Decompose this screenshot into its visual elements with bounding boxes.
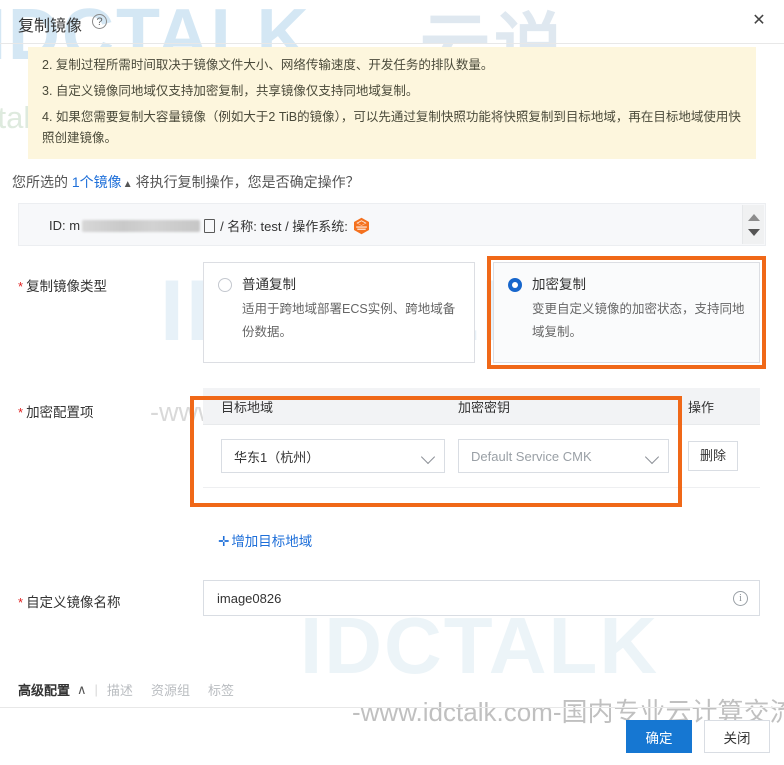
encryption-config-label: * 加密配置项 <box>18 401 94 421</box>
image-name-label-text: 自定义镜像名称 <box>26 595 121 610</box>
cell-action: 删除 <box>688 441 760 471</box>
scroll-up-icon[interactable] <box>748 214 760 221</box>
option-title: 加密复制 <box>532 277 586 292</box>
dialog-header: 复制镜像 ? ✕ <box>0 0 784 44</box>
required-marker: * <box>18 405 24 420</box>
close-button[interactable]: 关闭 <box>704 720 770 753</box>
copy-type-label-text: 复制镜像类型 <box>26 279 108 294</box>
table-row: 华东1（杭州） Default Service CMK 删除 <box>203 425 760 488</box>
cell-region: 华东1（杭州） <box>203 439 458 473</box>
list-scroll-controls[interactable] <box>742 205 764 244</box>
close-icon[interactable]: ✕ <box>748 10 770 32</box>
radio-texts: 加密复制 变更自定义镜像的加密状态，支持同地域复制。 <box>532 276 747 344</box>
info-icon[interactable]: i <box>733 591 748 606</box>
image-id-redacted <box>82 219 201 232</box>
chevron-up-icon[interactable]: ▲ <box>123 179 133 190</box>
image-name-value: image0826 <box>217 590 282 606</box>
divider: | <box>94 682 98 697</box>
advanced-link-description[interactable]: 描述 <box>107 680 133 699</box>
delete-row-button[interactable]: 删除 <box>688 441 739 471</box>
option-title: 普通复制 <box>242 277 296 292</box>
notice-item: 2. 复制过程所需时间取决于镜像文件大小、网络传输速度、开发任务的排队数量。 <box>42 58 494 72</box>
target-region-value: 华东1（杭州） <box>234 449 320 465</box>
notice-item: 4. 如果您需要复制大容量镜像（例如大于2 TiB的镜像），可以先通过复制快照功… <box>42 110 741 145</box>
required-marker: * <box>18 595 24 610</box>
image-name-label: * 自定义镜像名称 <box>18 591 121 611</box>
radio-row[interactable]: 加密复制 变更自定义镜像的加密状态，支持同地域复制。 <box>508 276 747 344</box>
add-target-region-label: 增加目标地域 <box>231 534 313 549</box>
advanced-config-bar: 高级配置 ∧ | 描述 资源组 标签 <box>18 680 252 699</box>
radio-row[interactable]: 普通复制 适用于跨地域部署ECS实例、跨地域备份数据。 <box>218 276 457 344</box>
encryption-config-label-text: 加密配置项 <box>26 405 94 420</box>
cell-key: Default Service CMK <box>458 439 688 473</box>
selected-count-link[interactable]: 1个镜像 <box>72 174 122 190</box>
encryption-config-table: 目标地域 加密密钥 操作 华东1（杭州） Default Service CMK… <box>203 388 760 488</box>
copy-icon[interactable] <box>204 218 216 233</box>
scroll-down-icon[interactable] <box>748 229 760 236</box>
selection-summary: 您所选的 1个镜像▲ 将执行复制操作，您是否确定操作？ <box>12 172 360 192</box>
notice-banner: 2. 复制过程所需时间取决于镜像文件大小、网络传输速度、开发任务的排队数量。 3… <box>28 47 756 159</box>
copy-type-label: * 复制镜像类型 <box>18 275 107 295</box>
copy-type-option-encrypted[interactable]: 加密复制 变更自定义镜像的加密状态，支持同地域复制。 <box>493 262 760 363</box>
encryption-key-select[interactable]: Default Service CMK <box>458 439 669 473</box>
radio-texts: 普通复制 适用于跨地域部署ECS实例、跨地域备份数据。 <box>242 276 457 344</box>
selected-image-list: ID: m / 名称: test / 操作系统: <box>18 203 766 246</box>
page-title: 复制镜像 <box>18 18 83 35</box>
advanced-config-title[interactable]: 高级配置 <box>18 680 70 699</box>
selection-prefix: 您所选的 <box>12 174 68 190</box>
add-target-region-link[interactable]: ✛ 增加目标地域 <box>218 530 312 550</box>
advanced-link-resource-group[interactable]: 资源组 <box>151 680 190 699</box>
image-name-label: / 名称: test / 操作系统: <box>220 219 348 234</box>
table-header-row: 目标地域 加密密钥 操作 <box>203 388 760 425</box>
column-header-key: 加密密钥 <box>458 399 511 415</box>
plus-icon: ✛ <box>218 534 230 549</box>
column-header-region: 目标地域 <box>221 399 274 415</box>
radio-normal-copy-icon[interactable] <box>218 278 232 292</box>
image-id-label: ID: m <box>49 218 81 233</box>
copy-type-option-normal[interactable]: 普通复制 适用于跨地域部署ECS实例、跨地域备份数据。 <box>203 262 475 363</box>
question-mark-icon[interactable]: ? <box>92 14 107 29</box>
image-name-input[interactable]: image0826 i <box>203 580 760 616</box>
anolis-os-icon <box>353 217 370 235</box>
target-region-select[interactable]: 华东1（杭州） <box>221 439 445 473</box>
chevron-up-icon[interactable]: ∧ <box>77 682 87 698</box>
advanced-link-tags[interactable]: 标签 <box>208 680 234 699</box>
confirm-button[interactable]: 确定 <box>626 720 692 753</box>
column-header-action: 操作 <box>688 399 715 415</box>
chevron-down-icon <box>644 449 660 465</box>
encryption-key-value: Default Service CMK <box>471 448 592 464</box>
dialog-footer: 确定 关闭 <box>0 707 784 765</box>
option-description: 适用于跨地域部署ECS实例、跨地域备份数据。 <box>242 302 456 339</box>
chevron-down-icon <box>420 449 436 465</box>
radio-encrypted-copy-icon[interactable] <box>508 278 522 292</box>
option-description: 变更自定义镜像的加密状态，支持同地域复制。 <box>532 302 745 339</box>
selection-suffix: 将执行复制操作，您是否确定操作？ <box>135 174 360 190</box>
required-marker: * <box>18 279 24 294</box>
list-item: ID: m / 名称: test / 操作系统: <box>49 216 370 235</box>
notice-item: 3. 自定义镜像同地域仅支持加密复制，共享镜像仅支持同地域复制。 <box>42 84 419 98</box>
